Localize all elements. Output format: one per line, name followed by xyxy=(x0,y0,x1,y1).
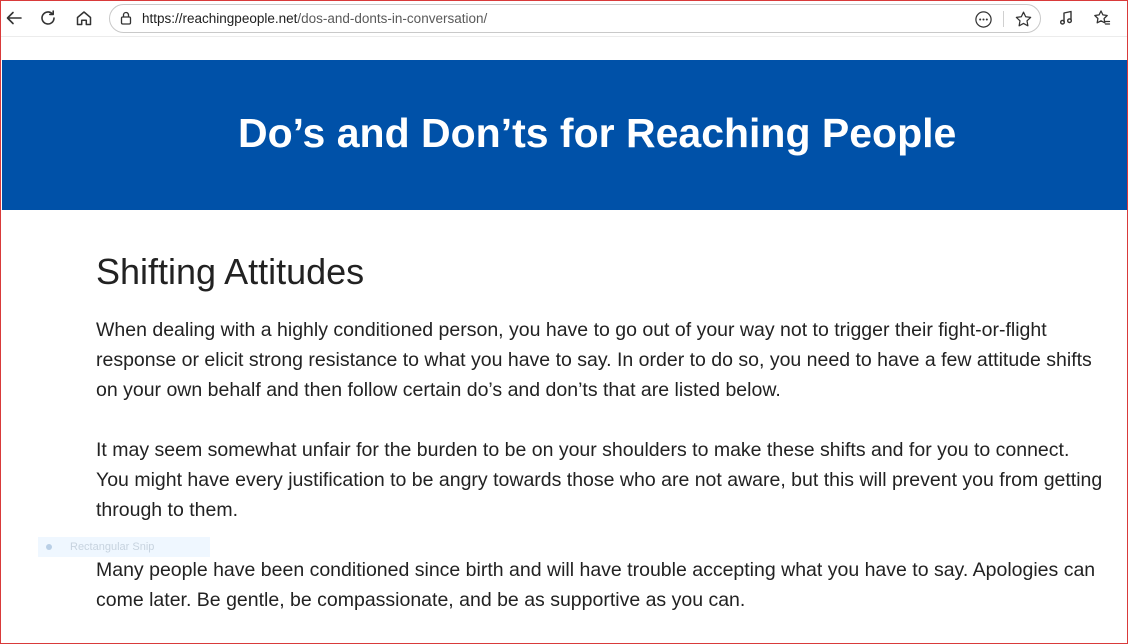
section-heading: Shifting Attitudes xyxy=(96,251,365,292)
more-options-circle-icon xyxy=(974,10,992,28)
home-icon xyxy=(76,11,92,26)
url-path: /dos-and-donts-in-conversation/ xyxy=(297,11,488,26)
banner-title: Do’s and Don’ts for Reaching People xyxy=(238,110,957,156)
read-aloud-button[interactable] xyxy=(1053,5,1079,31)
url-text[interactable]: https://reachingpeople.net/dos-and-donts… xyxy=(142,11,487,26)
paragraph: It may seem somewhat unfair for the burd… xyxy=(96,439,1103,521)
url-host: https://reachingpeople.net xyxy=(142,11,298,26)
back-button[interactable] xyxy=(1,5,27,31)
address-bar[interactable]: https://reachingpeople.net/dos-and-donts… xyxy=(109,4,1041,33)
article-content: Shifting Attitudes When dealing with a h… xyxy=(96,251,1106,643)
paragraph: When dealing with a highly conditioned p… xyxy=(96,319,1092,401)
address-divider xyxy=(1003,11,1004,27)
snip-tooltip-ghost: Rectangular Snip xyxy=(38,537,210,557)
lock-icon[interactable] xyxy=(118,10,134,26)
paragraph: Many people have been conditioned since … xyxy=(96,559,1096,611)
refresh-icon xyxy=(41,10,55,25)
favorites-star-list-icon xyxy=(1094,10,1111,25)
favorites-button[interactable] xyxy=(1089,5,1115,31)
page-banner: Do’s and Don’ts for Reaching People xyxy=(2,60,1127,210)
back-arrow-icon xyxy=(6,11,22,25)
favorite-button[interactable] xyxy=(1013,9,1033,29)
snip-label: Rectangular Snip xyxy=(70,541,155,553)
browser-toolbar: https://reachingpeople.net/dos-and-donts… xyxy=(1,1,1127,37)
browser-window: https://reachingpeople.net/dos-and-donts… xyxy=(0,0,1128,644)
music-note-icon xyxy=(1060,10,1072,25)
refresh-button[interactable] xyxy=(35,5,61,31)
page-options-button[interactable] xyxy=(973,9,993,29)
star-icon xyxy=(1015,11,1031,26)
home-button[interactable] xyxy=(71,5,97,31)
snip-icon xyxy=(46,544,52,550)
